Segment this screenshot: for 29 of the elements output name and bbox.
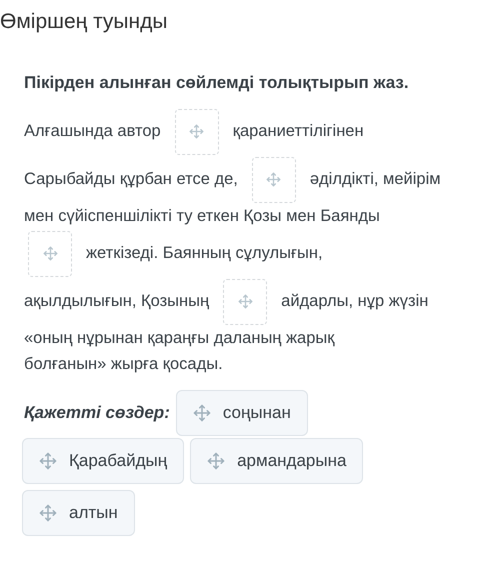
instruction-text: Пікірден алынған сөйлемді толықтырып жаз. — [24, 73, 409, 92]
word-chip[interactable]: Қарабайдың — [22, 438, 184, 484]
page-title: Өміршең туынды — [0, 10, 168, 33]
move-icon — [266, 172, 282, 187]
sentence-text: жеткізеді. Баянның сұлулығын, — [86, 243, 323, 264]
move-icon — [39, 504, 57, 522]
drop-zone[interactable] — [174, 108, 219, 154]
move-icon — [192, 404, 211, 422]
move-icon — [39, 452, 57, 470]
move-icon — [207, 452, 226, 470]
move-icon — [42, 246, 58, 261]
sentence-text: болғанын» жырға қосады. — [24, 354, 223, 376]
sentence-text: әділдікті, мейірім — [310, 169, 441, 190]
sentence-text: ақылдылығын, Қозының — [24, 291, 210, 312]
word-chip[interactable]: соңынан — [176, 390, 308, 436]
drop-zone[interactable] — [28, 230, 72, 276]
move-icon — [189, 124, 204, 139]
word-chip[interactable]: алтын — [22, 490, 135, 536]
sentence-text: Сарыбайды құрбан етсе де, — [24, 169, 238, 190]
sentence-text: айдарлы, нұр жүзін — [281, 291, 428, 312]
drop-zone[interactable] — [252, 156, 296, 202]
sentence-text: қараниеттілігінен — [232, 121, 364, 142]
sentence-text: Алғашында автор — [24, 121, 161, 142]
drop-zone[interactable] — [223, 278, 268, 324]
word-chip[interactable]: армандарына — [190, 438, 364, 484]
sentence-text: мен сүйіспеншілікті ту еткен Қозы мен Баянды — [24, 206, 380, 228]
sentence-text: «оның нұрынан қараңғы даланың жарық — [24, 328, 334, 350]
words-label: Қажетті сөздер: — [24, 402, 170, 424]
move-icon — [238, 294, 253, 309]
